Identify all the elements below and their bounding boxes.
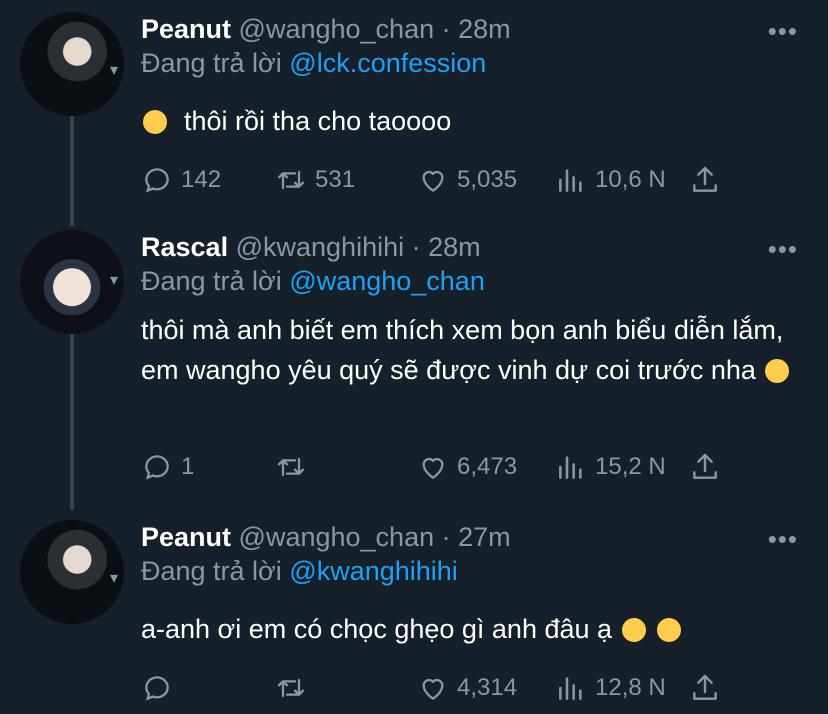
replying-label: Đang trả lời <box>141 556 282 586</box>
replying-to: Đang trả lời @kwanghihihi <box>141 556 458 587</box>
tweet-body: a-anh ơi em có chọc ghẹo gì anh đâu ạ <box>141 614 613 644</box>
tweet-header: Peanut @wangho_chan · 27m <box>141 520 511 554</box>
user-handle[interactable]: @wangho_chan <box>239 522 435 552</box>
share-icon <box>693 166 717 192</box>
tweet-actions: 1 6,473 15,2 N <box>141 451 801 485</box>
timestamp[interactable]: 28m <box>428 232 481 262</box>
heart-icon <box>422 170 444 192</box>
caret-down-icon: ▾ <box>110 570 119 587</box>
user-handle[interactable]: @kwanghihihi <box>236 232 405 262</box>
avatar[interactable] <box>20 230 124 334</box>
tweet-text: a-anh ơi em có chọc ghẹo gì anh đâu ạ <box>141 610 801 648</box>
tweet-header: Rascal @kwanghihihi · 28m <box>141 230 481 264</box>
analytics-icon <box>559 456 582 479</box>
separator-dot: · <box>441 522 451 552</box>
display-name[interactable]: Peanut <box>141 522 231 552</box>
reply-button[interactable] <box>141 672 181 704</box>
like-button[interactable]: 6,473 <box>417 451 517 483</box>
avatar[interactable] <box>20 520 124 624</box>
tweet-actions: 4,314 12,8 N <box>141 672 801 706</box>
heart-icon <box>422 457 444 479</box>
tweet-text: thôi rồi tha cho taoooo <box>141 102 801 140</box>
caret-down-icon: ▾ <box>110 62 119 79</box>
user-handle[interactable]: @wangho_chan <box>239 14 435 44</box>
reply-icon <box>145 676 169 701</box>
more-options-button[interactable]: ••• <box>768 234 798 265</box>
thread-line <box>70 116 74 226</box>
retweet-icon <box>277 457 305 477</box>
view-count: 15,2 N <box>595 453 666 480</box>
analytics-icon <box>559 677 582 700</box>
mention-link[interactable]: @kwanghihihi <box>289 556 458 586</box>
share-button[interactable] <box>689 451 721 483</box>
timestamp[interactable]: 27m <box>458 522 511 552</box>
heart-icon <box>422 678 444 700</box>
replying-to: Đang trả lời @lck.confession <box>141 48 486 79</box>
reply-count: 1 <box>181 453 195 480</box>
reply-count: 142 <box>181 166 222 193</box>
more-options-button[interactable]: ••• <box>768 524 798 555</box>
replying-to: Đang trả lời @wangho_chan <box>141 266 485 297</box>
tweet-body: thôi rồi tha cho taoooo <box>184 106 452 136</box>
separator-dot: · <box>441 14 451 44</box>
view-count: 10,6 N <box>595 166 666 193</box>
retweet-button[interactable] <box>275 451 315 483</box>
views-button[interactable]: 15,2 N <box>555 451 666 483</box>
like-count: 5,035 <box>457 166 518 193</box>
avatar[interactable] <box>20 12 124 116</box>
tweet-header: Peanut @wangho_chan · 28m <box>141 12 511 46</box>
views-button[interactable]: 12,8 N <box>555 672 666 704</box>
mention-link[interactable]: @lck.confession <box>289 48 486 78</box>
retweet-count: 531 <box>315 166 356 193</box>
more-options-button[interactable]: ••• <box>768 16 798 47</box>
timestamp[interactable]: 28m <box>458 14 511 44</box>
like-button[interactable]: 5,035 <box>417 164 517 196</box>
retweet-button[interactable] <box>275 672 315 704</box>
share-button[interactable] <box>689 164 721 196</box>
reply-icon <box>145 168 169 193</box>
separator-dot: · <box>411 232 421 262</box>
tweet-body: thôi mà anh biết em thích xem bọn anh bi… <box>141 315 784 385</box>
like-button[interactable]: 4,314 <box>417 672 517 704</box>
display-name[interactable]: Peanut <box>141 14 231 44</box>
slightly-smiling-face-icon <box>143 110 167 134</box>
share-icon <box>693 453 717 479</box>
like-count: 4,314 <box>457 674 518 701</box>
face-blowing-a-kiss-icon <box>765 359 790 383</box>
tweet-actions: 142 531 5,035 10,6 N <box>141 164 801 198</box>
reply-button[interactable]: 1 <box>141 451 194 483</box>
tweet-text: thôi mà anh biết em thích xem bọn anh bi… <box>141 310 801 390</box>
like-count: 6,473 <box>457 453 518 480</box>
share-icon <box>693 674 717 700</box>
share-button[interactable] <box>689 672 721 704</box>
thread-line <box>70 334 74 510</box>
loudly-crying-face-icon <box>621 618 646 642</box>
retweet-icon <box>277 678 305 698</box>
views-button[interactable]: 10,6 N <box>555 164 666 196</box>
mention-link[interactable]: @wangho_chan <box>289 266 485 296</box>
replying-label: Đang trả lời <box>141 266 282 296</box>
view-count: 12,8 N <box>595 674 666 701</box>
replying-label: Đang trả lời <box>141 48 282 78</box>
loudly-crying-face-icon <box>657 618 682 642</box>
reply-icon <box>145 455 169 480</box>
reply-button[interactable]: 142 <box>141 164 221 196</box>
display-name[interactable]: Rascal <box>141 232 228 262</box>
analytics-icon <box>559 169 582 192</box>
retweet-button[interactable]: 531 <box>275 164 355 196</box>
caret-down-icon: ▾ <box>110 272 119 289</box>
retweet-icon <box>277 170 305 190</box>
